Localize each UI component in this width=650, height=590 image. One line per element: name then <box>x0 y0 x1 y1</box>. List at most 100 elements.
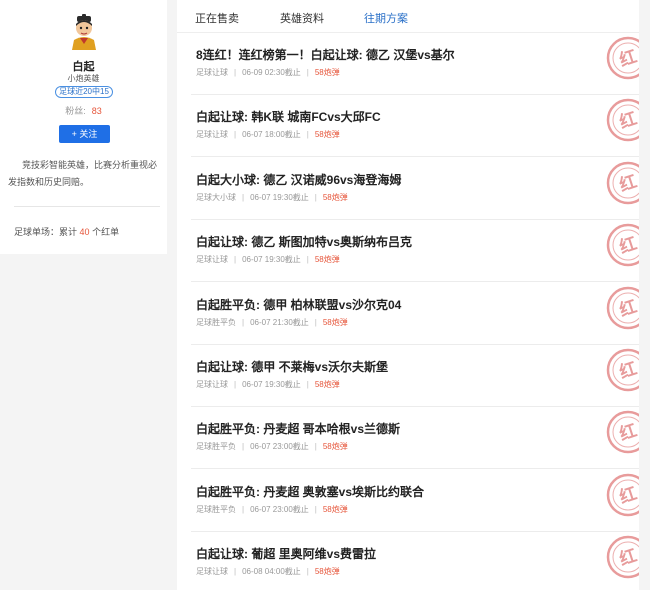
meta-separator: | <box>234 567 237 576</box>
plan-meta: 足球胜平负 | 06-07 23:00截止 | 58炮弹 <box>196 504 348 515</box>
svg-text:红: 红 <box>617 296 639 321</box>
divider <box>14 206 160 207</box>
meta-separator: | <box>314 193 317 202</box>
tab-hero-profile[interactable]: 英雄资料 <box>280 10 324 26</box>
stats-count: 40 <box>79 227 90 237</box>
red-stamp-icon: 红 <box>606 36 639 80</box>
record-badge: 足球近20中15 <box>55 86 113 98</box>
plan-deadline: 06-07 19:30截止 <box>242 255 301 264</box>
plan-price: 58炮弹 <box>314 567 340 576</box>
plan-item[interactable]: 白起胜平负: 丹麦超 奥敦塞vs埃斯比约联合 足球胜平负 | 06-07 23:00… <box>177 470 639 532</box>
red-stamp-icon: 红 <box>606 98 639 142</box>
plan-meta: 足球让球 | 06-09 02:30截止 | 58炮弹 <box>196 67 340 78</box>
author-profile-card: 白起 小炮英雄 足球近20中15 粉丝: 83 + 关注 竞技彩智能英雄，比赛分析… <box>0 0 167 254</box>
stats-prefix: 足球单场：累计 <box>14 227 78 237</box>
svg-text:红: 红 <box>617 420 639 445</box>
meta-separator: | <box>234 255 237 264</box>
plan-category: 足球胜平负 <box>196 318 236 327</box>
plan-title[interactable]: 白起让球: 韩K联 城南FCvs大邱FC <box>196 108 381 125</box>
plan-category: 足球胜平负 <box>196 442 236 451</box>
red-stamp-icon: 红 <box>606 410 639 454</box>
plan-meta: 足球让球 | 06-07 19:30截止 | 58炮弹 <box>196 254 340 265</box>
plan-price: 58炮弹 <box>314 380 340 389</box>
svg-text:红: 红 <box>617 171 639 196</box>
tab-on-sale[interactable]: 正在售卖 <box>195 10 239 26</box>
plan-title[interactable]: 白起让球: 葡超 里奥阿维vs费雷拉 <box>196 545 376 562</box>
plan-price: 58炮弹 <box>322 318 348 327</box>
plan-item[interactable]: 白起胜平负: 德甲 柏林联盟vs沙尔克04 足球胜平负 | 06-07 21:30截… <box>177 283 639 345</box>
plan-meta: 足球让球 | 06-07 19:30截止 | 58炮弹 <box>196 379 340 390</box>
svg-text:红: 红 <box>617 545 639 570</box>
plan-item[interactable]: 白起让球: 葡超 里奥阿维vs费雷拉 足球让球 | 06-08 04:00截止 | 58… <box>177 532 639 590</box>
meta-separator: | <box>306 130 309 139</box>
plan-title[interactable]: 白起让球: 德乙 斯图加特vs奥斯纳布吕克 <box>196 233 412 250</box>
tab-past-plans[interactable]: 往期方案 <box>364 10 408 26</box>
plan-category: 足球胜平负 <box>196 505 236 514</box>
plan-price: 58炮弹 <box>314 255 340 264</box>
plan-item[interactable]: 白起大小球: 德乙 汉诺威96vs海登海姆 足球大小球 | 06-07 19:30截… <box>177 158 639 220</box>
author-name: 白起 <box>72 61 95 73</box>
plan-title[interactable]: 白起让球: 德甲 不莱梅vs沃尔夫斯堡 <box>196 358 388 375</box>
plan-deadline: 06-07 21:30截止 <box>250 318 309 327</box>
svg-text:红: 红 <box>617 46 639 71</box>
plan-deadline: 06-07 18:00截止 <box>242 130 301 139</box>
red-stats: 足球单场：累计 40 个红单 <box>14 225 119 238</box>
svg-text:红: 红 <box>617 358 639 383</box>
plan-item[interactable]: 白起胜平负: 丹麦超 哥本哈根vs兰德斯 足球胜平负 | 06-07 23:00截止… <box>177 407 639 469</box>
meta-separator: | <box>242 442 245 451</box>
meta-separator: | <box>306 380 309 389</box>
author-description: 竞技彩智能英雄，比赛分析重视必发指数和历史同赔。 <box>8 160 158 187</box>
plan-title[interactable]: 白起胜平负: 丹麦超 奥敦塞vs埃斯比约联合 <box>196 483 424 500</box>
plan-title[interactable]: 白起胜平负: 德甲 柏林联盟vs沙尔克04 <box>196 296 401 313</box>
author-title: 小炮英雄 <box>67 74 100 83</box>
meta-separator: | <box>306 567 309 576</box>
plan-meta: 足球让球 | 06-07 18:00截止 | 58炮弹 <box>196 129 340 140</box>
meta-separator: | <box>314 442 317 451</box>
meta-separator: | <box>314 505 317 514</box>
plan-price: 58炮弹 <box>314 130 340 139</box>
meta-separator: | <box>242 193 245 202</box>
red-stamp-icon: 红 <box>606 473 639 517</box>
meta-separator: | <box>234 380 237 389</box>
plan-title[interactable]: 白起大小球: 德乙 汉诺威96vs海登海姆 <box>196 171 401 188</box>
fans-label: 粉丝: <box>65 106 86 116</box>
plan-category: 足球让球 <box>196 68 228 77</box>
meta-separator: | <box>242 318 245 327</box>
red-stamp-icon: 红 <box>606 535 639 579</box>
svg-text:红: 红 <box>617 233 639 258</box>
plan-item[interactable]: 白起让球: 韩K联 城南FCvs大邱FC 足球让球 | 06-07 18:00截止 |… <box>177 95 639 157</box>
meta-separator: | <box>306 255 309 264</box>
plan-category: 足球让球 <box>196 567 228 576</box>
svg-text:红: 红 <box>617 483 639 508</box>
red-stamp-icon: 红 <box>606 161 639 205</box>
avatar[interactable] <box>68 14 100 50</box>
plan-meta: 足球让球 | 06-08 04:00截止 | 58炮弹 <box>196 566 340 577</box>
plan-deadline: 06-09 02:30截止 <box>242 68 301 77</box>
fans-count-row: 粉丝: 83 <box>0 104 167 117</box>
plan-title[interactable]: 白起胜平负: 丹麦超 哥本哈根vs兰德斯 <box>196 420 400 437</box>
svg-text:红: 红 <box>617 108 639 133</box>
meta-separator: | <box>234 68 237 77</box>
plan-price: 58炮弹 <box>322 193 348 202</box>
plan-meta: 足球大小球 | 06-07 19:30截止 | 58炮弹 <box>196 192 348 203</box>
plan-item[interactable]: 白起让球: 德甲 不莱梅vs沃尔夫斯堡 足球让球 | 06-07 19:30截止 | 5… <box>177 345 639 407</box>
meta-separator: | <box>314 318 317 327</box>
plan-deadline: 06-07 23:00截止 <box>250 442 309 451</box>
meta-separator: | <box>306 68 309 77</box>
red-stamp-icon: 红 <box>606 286 639 330</box>
follow-button[interactable]: + 关注 <box>59 125 110 143</box>
plan-deadline: 06-07 23:00截止 <box>250 505 309 514</box>
plan-price: 58炮弹 <box>322 505 348 514</box>
plan-item[interactable]: 白起让球: 德乙 斯图加特vs奥斯纳布吕克 足球让球 | 06-07 19:30截止… <box>177 220 639 282</box>
plan-title[interactable]: 8连红！连红榜第一！白起让球: 德乙 汉堡vs基尔 <box>196 46 455 63</box>
plan-category: 足球大小球 <box>196 193 236 202</box>
plan-item[interactable]: 8连红！连红榜第一！白起让球: 德乙 汉堡vs基尔 足球让球 | 06-09 02:… <box>177 33 639 95</box>
plan-price: 58炮弹 <box>322 442 348 451</box>
plan-deadline: 06-07 19:30截止 <box>250 193 309 202</box>
plan-category: 足球让球 <box>196 130 228 139</box>
stats-suffix: 个红单 <box>92 227 120 237</box>
plan-meta: 足球胜平负 | 06-07 21:30截止 | 58炮弹 <box>196 317 348 328</box>
plan-meta: 足球胜平负 | 06-07 23:00截止 | 58炮弹 <box>196 441 348 452</box>
red-stamp-icon: 红 <box>606 223 639 267</box>
meta-separator: | <box>234 130 237 139</box>
